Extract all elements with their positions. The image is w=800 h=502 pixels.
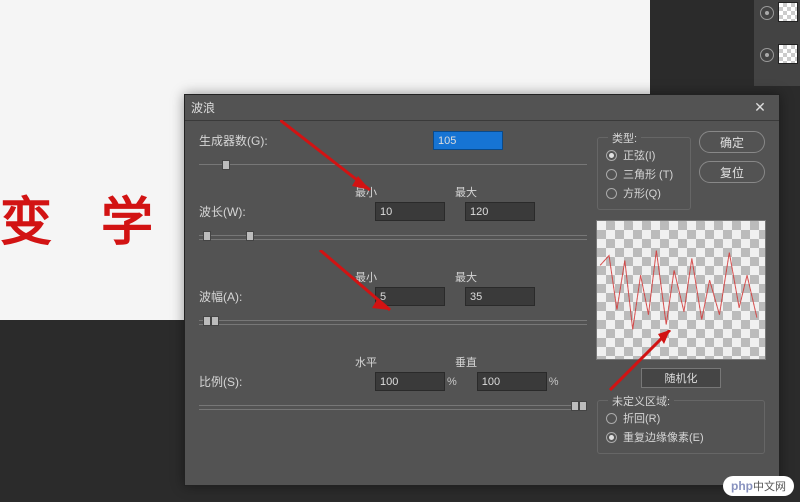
dialog-title: 波浪: [191, 99, 747, 116]
scale-horiz-input[interactable]: 100: [375, 372, 445, 391]
vert-label: 垂直: [455, 354, 525, 370]
watermark-cn: 中文网: [753, 481, 786, 493]
layer-visibility-icon[interactable]: [760, 6, 774, 20]
horiz-label: 水平: [355, 354, 425, 370]
watermark-php: php: [731, 479, 753, 493]
layers-panel: [754, 0, 800, 86]
scale-slider[interactable]: [199, 399, 587, 413]
reset-button[interactable]: 复位: [699, 161, 765, 183]
wavelength-label: 波长(W):: [199, 203, 277, 220]
min-label: 最小: [355, 269, 425, 285]
dialog-titlebar[interactable]: 波浪 ✕: [185, 95, 779, 121]
radio-icon: [606, 413, 617, 424]
scale-vert-input[interactable]: 100: [477, 372, 547, 391]
undefined-legend: 未定义区域:: [608, 393, 674, 409]
close-icon[interactable]: ✕: [747, 95, 773, 121]
wavelength-max-input[interactable]: 120: [465, 202, 535, 221]
generators-label: 生成器数(G):: [199, 132, 277, 149]
amplitude-label: 波幅(A):: [199, 288, 277, 305]
amplitude-max-input[interactable]: 35: [465, 287, 535, 306]
type-triangle-radio[interactable]: 三角形 (T): [606, 166, 682, 182]
wavelength-slider[interactable]: [199, 229, 587, 243]
scale-label: 比例(S):: [199, 373, 277, 390]
watermark: php中文网: [723, 476, 794, 496]
radio-icon: [606, 188, 617, 199]
type-sine-radio[interactable]: 正弦(I): [606, 147, 682, 163]
canvas-red-text: 变 学: [0, 180, 171, 255]
percent-unit: %: [447, 376, 457, 388]
layer-thumbnail[interactable]: [778, 44, 798, 64]
wave-dialog: 波浪 ✕ 生成器数(G): 105 最小 最大: [184, 94, 780, 486]
undefined-wrap-radio[interactable]: 折回(R): [606, 410, 756, 426]
min-label: 最小: [355, 184, 425, 200]
radio-icon: [606, 432, 617, 443]
ok-button[interactable]: 确定: [699, 131, 765, 153]
layer-thumbnail[interactable]: [778, 2, 798, 22]
randomize-button[interactable]: 随机化: [641, 368, 721, 388]
max-label: 最大: [455, 269, 525, 285]
amplitude-slider[interactable]: [199, 314, 587, 328]
amplitude-min-input[interactable]: 5: [375, 287, 445, 306]
wavelength-min-input[interactable]: 10: [375, 202, 445, 221]
generators-input[interactable]: 105: [433, 131, 503, 150]
undefined-repeat-radio[interactable]: 重复边缘像素(E): [606, 429, 756, 445]
radio-icon: [606, 150, 617, 161]
radio-icon: [606, 169, 617, 180]
wave-preview: [596, 220, 766, 360]
type-square-radio[interactable]: 方形(Q): [606, 185, 682, 201]
generators-slider[interactable]: [199, 158, 587, 172]
type-legend: 类型:: [608, 130, 641, 146]
max-label: 最大: [455, 184, 525, 200]
layer-visibility-icon[interactable]: [760, 48, 774, 62]
percent-unit: %: [549, 376, 559, 388]
